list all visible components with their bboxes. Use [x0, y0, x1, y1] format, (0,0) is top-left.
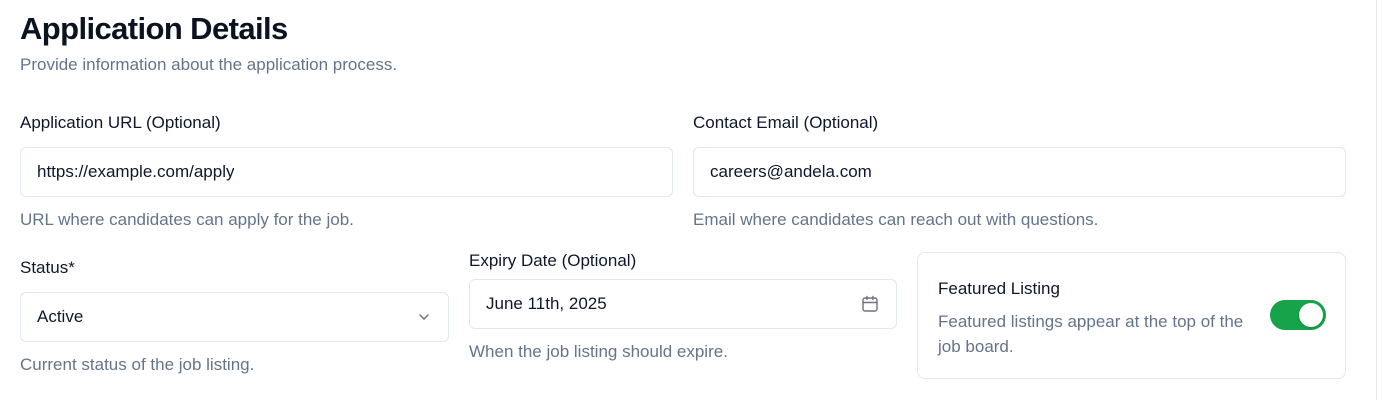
- application-details-form: Application Details Provide information …: [0, 0, 1396, 400]
- scrollbar-track: [1376, 0, 1377, 400]
- featured-listing-toggle[interactable]: [1270, 300, 1326, 330]
- page-subtitle: Provide information about the applicatio…: [20, 55, 398, 74]
- chevron-down-icon: [416, 309, 432, 325]
- featured-listing-card: Featured Listing Featured listings appea…: [917, 252, 1346, 379]
- status-help: Current status of the job listing.: [20, 355, 255, 374]
- featured-listing-title: Featured Listing: [938, 279, 1060, 298]
- contact-email-input[interactable]: careers@andela.com: [693, 147, 1346, 197]
- contact-email-value: careers@andela.com: [710, 162, 872, 181]
- expiry-date-label: Expiry Date (Optional): [469, 251, 637, 270]
- status-label: Status*: [20, 258, 75, 277]
- toggle-knob: [1299, 303, 1323, 327]
- calendar-icon[interactable]: [860, 294, 880, 314]
- expiry-date-value: June 11th, 2025: [486, 294, 607, 313]
- contact-email-label: Contact Email (Optional): [693, 113, 879, 132]
- status-value: Active: [37, 307, 84, 326]
- contact-email-help: Email where candidates can reach out wit…: [693, 210, 1099, 229]
- application-url-label: Application URL (Optional): [20, 113, 221, 132]
- featured-listing-description: Featured listings appear at the top of t…: [938, 312, 1244, 356]
- expiry-date-picker[interactable]: June 11th, 2025: [469, 279, 897, 329]
- status-select[interactable]: Active: [20, 292, 449, 342]
- page-title: Application Details: [20, 11, 288, 46]
- application-url-input[interactable]: https://example.com/apply: [20, 147, 673, 197]
- application-url-value: https://example.com/apply: [37, 162, 235, 181]
- application-url-help: URL where candidates can apply for the j…: [20, 210, 354, 229]
- expiry-date-help: When the job listing should expire.: [469, 342, 728, 361]
